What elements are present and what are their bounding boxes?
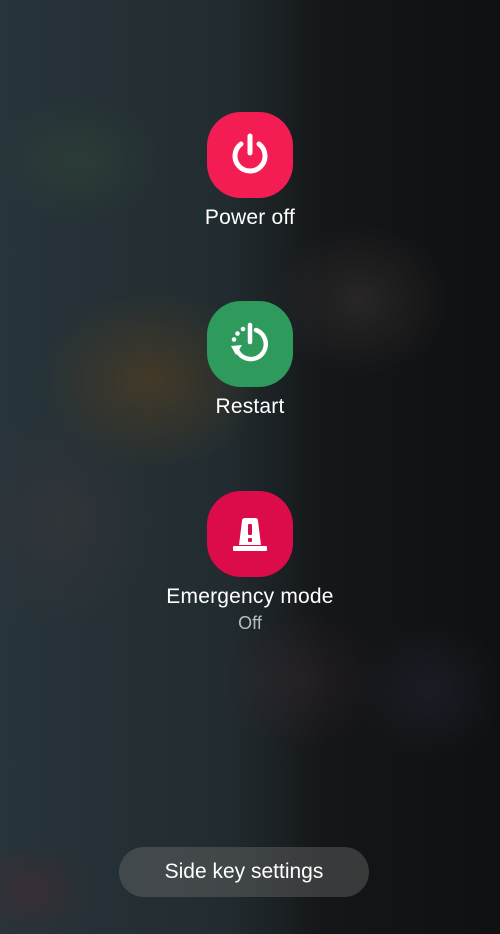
restart-tile[interactable]	[207, 301, 293, 387]
emergency-mode-tile[interactable]	[207, 491, 293, 577]
emergency-mode-status: Off	[238, 613, 262, 633]
restart-button[interactable]: Restart	[0, 301, 500, 419]
power-off-label: Power off	[204, 206, 296, 229]
power-icon	[232, 133, 268, 174]
side-key-settings-button[interactable]: Side key settings	[119, 847, 369, 897]
restart-icon	[231, 322, 269, 362]
power-off-tile[interactable]	[207, 112, 293, 198]
emergency-light-icon	[233, 518, 267, 551]
restart-label: Restart	[215, 395, 285, 418]
power-menu-screen: Power off Restart Emergency mode Off Sid…	[0, 0, 500, 934]
emergency-mode-label: Emergency mode	[166, 585, 334, 608]
power-off-button[interactable]: Power off	[0, 112, 500, 230]
emergency-mode-button[interactable]: Emergency mode Off	[0, 491, 500, 634]
